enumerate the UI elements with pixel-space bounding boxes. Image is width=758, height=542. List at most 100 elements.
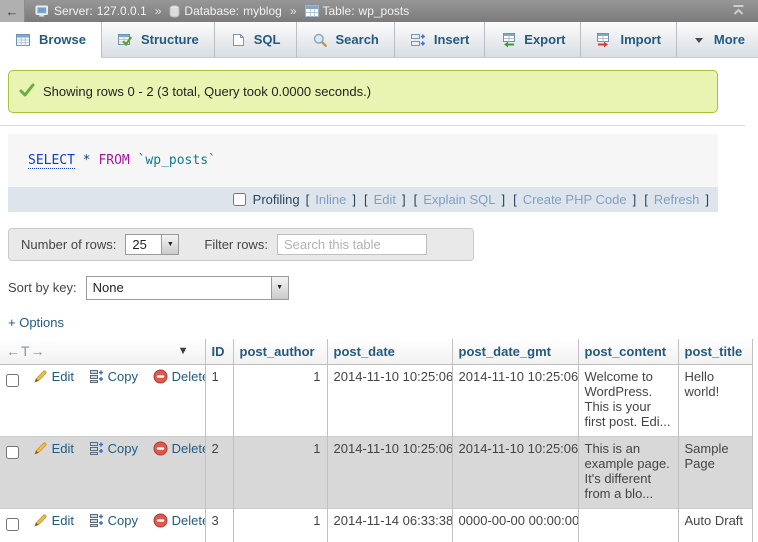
copy-action[interactable]: Copy (89, 369, 138, 384)
breadcrumb-table-value[interactable]: wp_posts (359, 4, 410, 18)
tab-bar: Browse Structure SQL Search Insert (0, 22, 758, 58)
tab-import[interactable]: Import (581, 22, 676, 58)
tab-label: Browse (39, 32, 86, 47)
row-actions-cell: Edit Copy Delete (0, 508, 205, 542)
search-icon (312, 32, 328, 48)
delete-link: Delete (172, 513, 205, 528)
chevron-down-icon (692, 33, 706, 47)
refresh-link[interactable]: Refresh (654, 192, 700, 207)
cell-id: 1 (205, 364, 233, 436)
bracket: [ (644, 192, 648, 207)
breadcrumb-server-value[interactable]: 127.0.0.1 (97, 4, 147, 18)
cell-post-title: Hello world! (678, 364, 752, 436)
inline-link[interactable]: Inline (315, 192, 346, 207)
delete-action[interactable]: Delete (153, 441, 205, 456)
tab-label: SQL (254, 32, 281, 47)
filter-rows-label: Filter rows: (204, 237, 268, 252)
breadcrumb: Server: 127.0.0.1 » Database: myblog » T… (35, 4, 409, 18)
options-toggle-link[interactable]: + Options (8, 315, 758, 330)
copy-action[interactable]: Copy (89, 513, 138, 528)
column-header-id[interactable]: ID (205, 339, 233, 364)
copy-row-icon (89, 441, 104, 456)
tab-browse[interactable]: Browse (0, 22, 102, 58)
table-header-row: ←T→ ▼ ID post_author post_date post_date… (0, 339, 752, 364)
tab-sql[interactable]: SQL (215, 22, 297, 58)
filter-search-input[interactable] (277, 234, 427, 255)
cell-post-date-gmt: 2014-11-10 10:25:06 (452, 436, 578, 508)
bracket: [ (364, 192, 368, 207)
cell-post-author: 1 (233, 364, 327, 436)
cell-id: 3 (205, 508, 233, 542)
server-icon (35, 5, 50, 18)
bracket: [ (414, 192, 418, 207)
edit-query-link[interactable]: Edit (374, 192, 396, 207)
breadcrumb-table-label: Table: (323, 4, 355, 18)
bracket: ] (352, 192, 356, 207)
cell-post-date: 2014-11-14 06:33:38 (327, 508, 452, 542)
tab-search[interactable]: Search (297, 22, 395, 58)
edit-action[interactable]: Edit (33, 369, 74, 384)
bracket: [ (513, 192, 517, 207)
tab-label: Search (336, 32, 379, 47)
delete-action[interactable]: Delete (153, 369, 205, 384)
cell-post-date: 2014-11-10 10:25:06 (327, 364, 452, 436)
sort-by-key-row: Sort by key: None ▼ (8, 275, 758, 300)
sort-indicator-icon[interactable]: ▼ (178, 345, 189, 357)
row-checkbox[interactable] (6, 518, 19, 531)
delete-action[interactable]: Delete (153, 513, 205, 528)
cell-id: 2 (205, 436, 233, 508)
tab-structure[interactable]: Structure (102, 22, 215, 58)
edit-action[interactable]: Edit (33, 441, 74, 456)
cell-post-content: This is an example page. It's different … (578, 436, 678, 508)
tab-insert[interactable]: Insert (395, 22, 485, 58)
tab-label: Import (620, 32, 660, 47)
edit-action[interactable]: Edit (33, 513, 74, 528)
success-message-text: Showing rows 0 - 2 (3 total, Query took … (43, 84, 371, 99)
copy-action[interactable]: Copy (89, 441, 138, 456)
breadcrumb-bar: ← Server: 127.0.0.1 » Database: myblog »… (0, 0, 758, 22)
sort-by-key-value: None (87, 277, 271, 299)
edit-link: Edit (52, 441, 74, 456)
actions-header: ←T→ ▼ (0, 339, 205, 364)
sort-by-key-select[interactable]: None ▼ (86, 276, 289, 300)
tab-more[interactable]: More (677, 22, 758, 58)
tab-label: Export (524, 32, 565, 47)
copy-row-icon (89, 513, 104, 528)
cell-post-date-gmt: 2014-11-10 10:25:06 (452, 364, 578, 436)
sql-star: * (83, 153, 99, 168)
column-header-post-date-gmt[interactable]: post_date_gmt (452, 339, 578, 364)
delete-link: Delete (172, 441, 205, 456)
cell-post-author: 1 (233, 436, 327, 508)
collapse-top-icon[interactable] (731, 3, 746, 20)
sql-query-box: SELECT * FROM `wp_posts` (8, 134, 718, 187)
row-actions-cell: Edit Copy Delete (0, 364, 205, 436)
bracket: [ (306, 192, 310, 207)
results-table: ←T→ ▼ ID post_author post_date post_date… (0, 339, 753, 542)
copy-link: Copy (108, 513, 138, 528)
explain-sql-link[interactable]: Explain SQL (423, 192, 495, 207)
column-header-post-title[interactable]: post_title (678, 339, 752, 364)
profiling-checkbox[interactable] (233, 193, 246, 206)
pencil-icon (33, 441, 48, 456)
row-checkbox[interactable] (6, 374, 19, 387)
create-php-code-link[interactable]: Create PHP Code (523, 192, 627, 207)
export-icon (500, 32, 516, 48)
sql-keyword-select[interactable]: SELECT (28, 153, 75, 169)
column-header-post-author[interactable]: post_author (233, 339, 327, 364)
tab-export[interactable]: Export (485, 22, 581, 58)
dropdown-arrow-icon: ▼ (271, 277, 288, 299)
cell-post-title: Sample Page (678, 436, 752, 508)
bracket: ] (705, 192, 709, 207)
bracket: ] (633, 192, 637, 207)
tab-label: Insert (434, 32, 469, 47)
row-checkbox[interactable] (6, 446, 19, 459)
breadcrumb-server-label: Server: (54, 4, 93, 18)
column-header-post-content[interactable]: post_content (578, 339, 678, 364)
column-header-post-date[interactable]: post_date (327, 339, 452, 364)
breadcrumb-database-value[interactable]: myblog (243, 4, 282, 18)
back-arrow-button[interactable]: ← (0, 0, 25, 22)
display-direction-icon[interactable]: ←T→ (6, 343, 46, 359)
rows-per-page-select[interactable]: 25 ▼ (125, 234, 179, 255)
table-row: Edit Copy Delete 1 1 2014-11-10 10:25:06… (0, 364, 752, 436)
cell-post-title: Auto Draft (678, 508, 752, 542)
